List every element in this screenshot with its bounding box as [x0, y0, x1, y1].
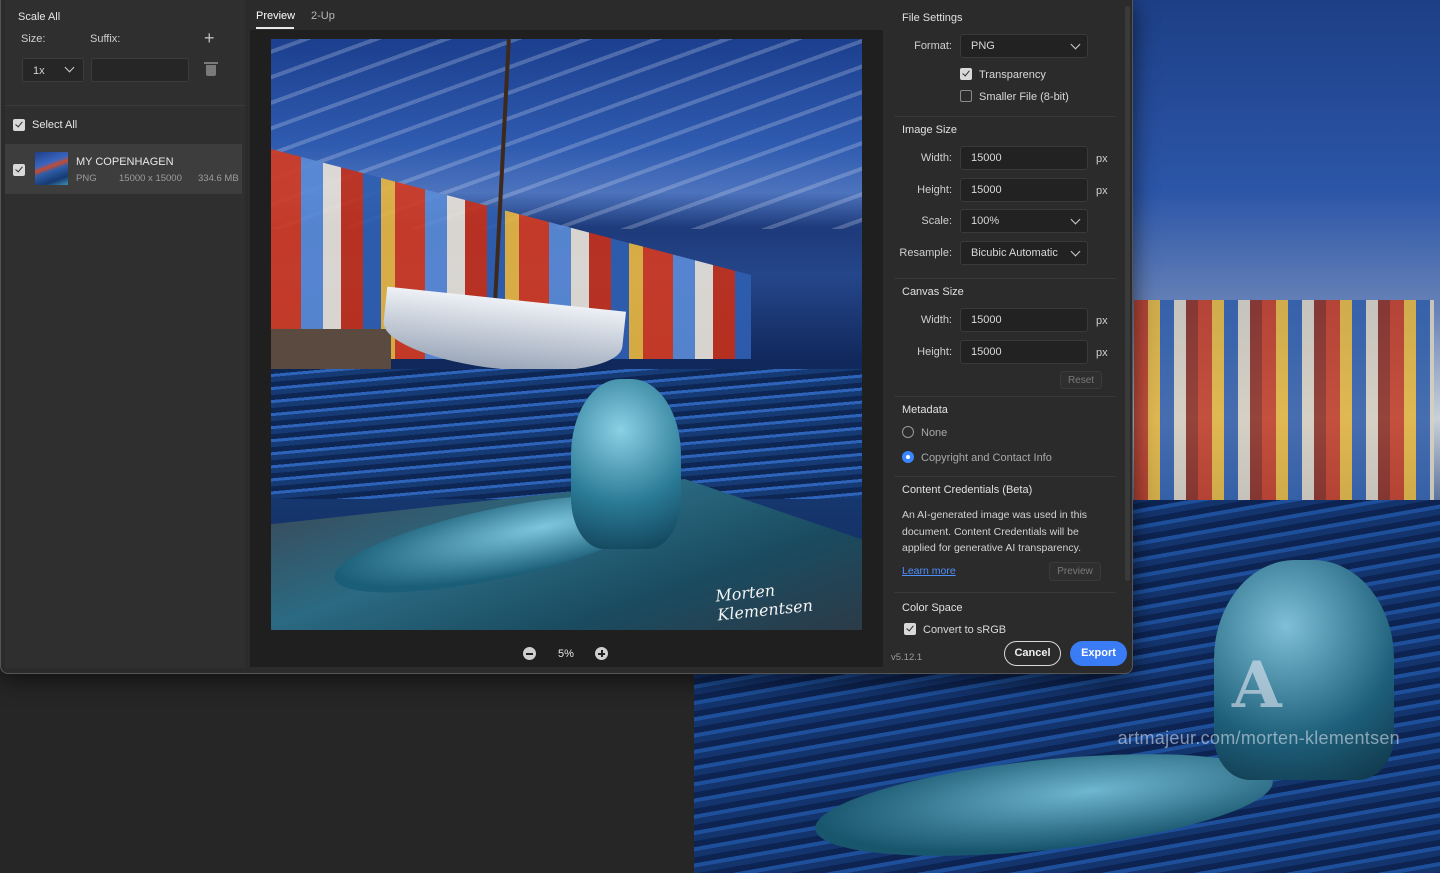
image-width-label: Width: — [920, 152, 952, 164]
metadata-copyright-radio[interactable] — [902, 451, 914, 463]
image-height-unit: px — [1096, 185, 1108, 197]
divider — [894, 396, 1116, 397]
scale-select[interactable]: 1x — [22, 58, 84, 82]
asset-name: MY COPENHAGEN — [76, 156, 174, 168]
reset-button[interactable]: Reset — [1060, 371, 1102, 389]
asset-list-item[interactable]: MY COPENHAGEN PNG 15000 x 15000 334.6 MB — [5, 144, 242, 194]
transparency-label: Transparency — [979, 69, 1046, 81]
canvas-width-label: Width: — [920, 314, 952, 326]
canvas-width-unit: px — [1096, 315, 1108, 327]
content-credentials-text: An AI-generated image was used in this d… — [902, 509, 1088, 554]
size-label: Size: — [21, 33, 46, 45]
left-panel: Scale All Size: Suffix: + 1x Select All … — [5, 0, 245, 668]
zoom-level: 5% — [558, 648, 574, 660]
select-all-checkbox[interactable] — [13, 119, 25, 131]
asset-checkbox[interactable] — [13, 164, 25, 176]
smaller-file-checkbox[interactable] — [960, 90, 972, 102]
divider — [894, 592, 1116, 593]
file-settings-title: File Settings — [902, 12, 963, 24]
resample-label: Resample: — [899, 247, 952, 259]
divider — [894, 476, 1116, 477]
suffix-label: Suffix: — [90, 33, 121, 45]
canvas-height-unit: px — [1096, 347, 1108, 359]
canvas-width-input[interactable]: 15000 — [960, 308, 1088, 332]
watermark-logo-icon: A — [1232, 648, 1282, 723]
content-credentials-title: Content Credentials (Beta) — [902, 484, 1033, 496]
transparency-checkbox[interactable] — [960, 68, 972, 80]
image-size-title: Image Size — [902, 124, 958, 136]
select-all-label: Select All — [32, 119, 78, 131]
convert-srgb-label: Convert to sRGB — [923, 624, 1007, 636]
zoom-in-icon[interactable] — [595, 647, 608, 660]
format-value: PNG — [971, 40, 995, 52]
metadata-title: Metadata — [902, 404, 948, 416]
version-label: v5.12.1 — [891, 652, 923, 663]
divider — [5, 105, 245, 106]
format-select[interactable]: PNG — [960, 34, 1088, 58]
asset-size: 334.6 MB — [198, 173, 239, 184]
color-space-title: Color Space — [902, 602, 963, 614]
image-height-label: Height: — [917, 184, 952, 196]
watermark-text: artmajeur.com/morten-klementsen — [1117, 728, 1400, 748]
asset-thumbnail — [35, 152, 68, 185]
settings-panel: File Settings Format: PNG Transparency S… — [890, 0, 1122, 668]
add-scale-icon[interactable]: + — [204, 28, 215, 49]
art-mermaid-body — [571, 379, 681, 549]
divider — [894, 278, 1116, 279]
image-width-unit: px — [1096, 153, 1108, 165]
canvas-height-label: Height: — [917, 346, 952, 358]
metadata-copyright-label: Copyright and Contact Info — [921, 452, 1052, 464]
metadata-none-radio[interactable] — [902, 426, 914, 438]
cancel-button[interactable]: Cancel — [1004, 641, 1061, 666]
trash-icon[interactable] — [204, 62, 218, 76]
format-label: Format: — [914, 40, 952, 52]
canvas-height-input[interactable]: 15000 — [960, 340, 1088, 364]
convert-srgb-checkbox[interactable] — [904, 623, 916, 635]
image-width-input[interactable]: 15000 — [960, 146, 1088, 170]
divider — [894, 116, 1116, 117]
export-button[interactable]: Export — [1070, 641, 1127, 666]
scale-label: Scale: — [921, 215, 952, 227]
suffix-input[interactable] — [91, 58, 189, 82]
canvas-size-title: Canvas Size — [902, 286, 964, 298]
asset-dimensions: 15000 x 15000 — [119, 173, 182, 184]
asset-format: PNG — [76, 173, 97, 184]
credentials-preview-button[interactable]: Preview — [1049, 562, 1101, 581]
active-tab-indicator — [256, 27, 294, 29]
scale-percent-select[interactable]: 100% — [960, 209, 1088, 233]
settings-scrollbar[interactable] — [1125, 6, 1130, 581]
scale-all-title: Scale All — [18, 11, 61, 23]
smaller-file-label: Smaller File (8-bit) — [979, 91, 1069, 103]
resample-select[interactable]: Bicubic Automatic — [960, 241, 1088, 265]
image-height-input[interactable]: 15000 — [960, 178, 1088, 202]
tab-preview[interactable]: Preview — [256, 10, 295, 22]
preview-image[interactable]: Morten Klementsen — [271, 39, 862, 630]
metadata-none-label: None — [921, 427, 948, 439]
bg-houses — [1134, 300, 1434, 500]
scale-select-value: 1x — [33, 65, 45, 77]
tab-2-up[interactable]: 2-Up — [311, 10, 335, 22]
zoom-out-icon[interactable] — [523, 647, 536, 660]
export-as-dialog: Scale All Size: Suffix: + 1x Select All … — [0, 0, 1133, 674]
learn-more-link[interactable]: Learn more — [902, 565, 956, 577]
art-water — [271, 369, 862, 499]
